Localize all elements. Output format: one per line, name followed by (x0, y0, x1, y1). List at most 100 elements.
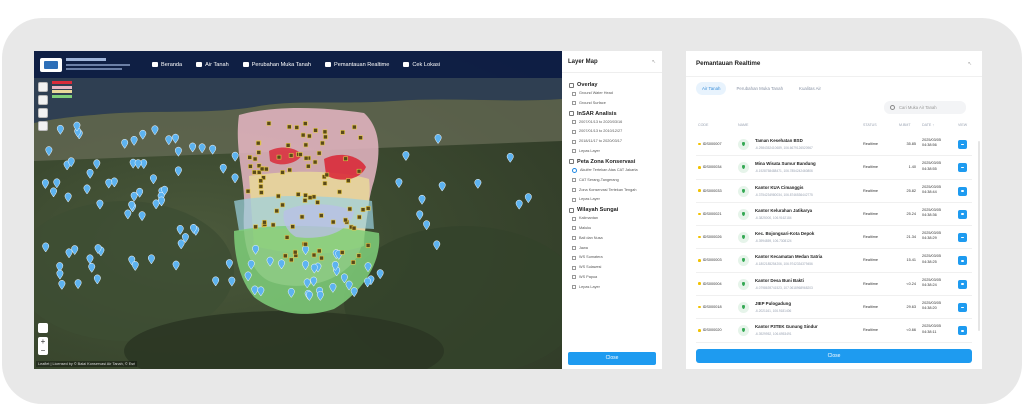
well-marker-icon[interactable] (212, 276, 220, 287)
well-marker-icon[interactable] (176, 225, 184, 235)
bore-well-icon[interactable] (287, 167, 293, 173)
measure-icon[interactable] (38, 108, 48, 118)
view-button[interactable] (958, 163, 967, 173)
well-marker-icon[interactable] (42, 242, 50, 253)
well-marker-icon[interactable] (165, 135, 173, 146)
layer-item[interactable]: Jawa (572, 246, 655, 251)
well-marker-icon[interactable] (524, 193, 532, 204)
bore-well-icon[interactable] (264, 166, 269, 172)
fullscreen-icon[interactable] (38, 323, 48, 333)
well-marker-icon[interactable] (158, 196, 165, 207)
table-row[interactable]: IDS000018 JIEP Pulogadung -6.2021161, 106.… (696, 296, 972, 320)
search-input[interactable]: Cari Muka Air Tanah (884, 101, 966, 114)
bore-well-icon[interactable] (365, 205, 371, 211)
bore-well-icon[interactable] (303, 121, 308, 126)
radio-selected[interactable] (572, 167, 577, 173)
well-marker-icon[interactable] (209, 144, 217, 155)
bore-well-icon[interactable] (248, 164, 253, 169)
bore-well-icon[interactable] (320, 140, 325, 146)
well-marker-icon[interactable] (131, 261, 139, 271)
layer-item[interactable]: Lepas Layer (572, 197, 655, 202)
nav-perubahan-muka-tanah[interactable]: Perubahan Muka Tanah (242, 62, 311, 68)
well-marker-icon[interactable] (71, 245, 79, 256)
well-marker-icon[interactable] (45, 146, 53, 157)
layer-item[interactable]: WS Papua (572, 275, 655, 280)
layer-item[interactable]: Maluku (572, 226, 655, 231)
bore-well-icon[interactable] (312, 159, 318, 165)
bore-well-icon[interactable] (352, 124, 357, 130)
well-marker-icon[interactable] (65, 248, 73, 259)
well-marker-icon[interactable] (219, 163, 227, 174)
layer-item[interactable]: Ground Surface (572, 101, 655, 106)
well-marker-icon[interactable] (83, 184, 91, 195)
section-insar[interactable]: InSAR Analisis (569, 111, 655, 117)
well-marker-icon[interactable] (376, 269, 384, 280)
checkbox[interactable] (572, 101, 576, 106)
well-marker-icon[interactable] (231, 173, 239, 184)
table-row[interactable]: IDS000021 Kantor Kelurahan Jatikarya -6.38… (696, 203, 972, 227)
layer-item[interactable]: 2018/11/17 to 2020/03/17 (572, 139, 655, 144)
scrollbar[interactable] (978, 141, 980, 331)
view-button[interactable] (958, 140, 967, 149)
bore-well-icon[interactable] (288, 153, 294, 158)
bore-well-icon[interactable] (315, 200, 320, 205)
bore-well-icon[interactable] (316, 248, 322, 254)
well-marker-icon[interactable] (134, 159, 142, 170)
well-marker-icon[interactable] (364, 277, 371, 288)
well-marker-icon[interactable] (302, 245, 310, 256)
well-marker-icon[interactable] (198, 143, 206, 154)
bore-well-icon[interactable] (343, 156, 348, 162)
layer-item[interactable]: WS Sumatera (572, 255, 655, 260)
well-marker-icon[interactable] (140, 159, 148, 170)
layer-item[interactable]: Lepas Layer (572, 149, 655, 154)
bore-well-icon[interactable] (280, 202, 285, 208)
layer-item[interactable]: Zona Konservasi Tertekan Tengah (572, 188, 655, 193)
table-row[interactable]: IDS000004 Kantor Desa Buni Bakti -6.079863… (696, 273, 972, 297)
well-marker-icon[interactable] (64, 192, 72, 203)
collapse-icon[interactable]: ↖ (652, 59, 656, 65)
realtime-close-button[interactable]: Close (696, 349, 972, 363)
bore-well-icon[interactable] (322, 129, 328, 135)
bore-well-icon[interactable] (247, 155, 252, 160)
well-marker-icon[interactable] (172, 133, 179, 144)
well-marker-icon[interactable] (124, 209, 132, 220)
layer-item[interactable]: 2007/01/13 to 2020/03/16 (572, 120, 655, 125)
bore-well-icon[interactable] (274, 208, 280, 214)
bore-well-icon[interactable] (290, 224, 295, 229)
bore-well-icon[interactable] (285, 143, 291, 148)
collapse-icon[interactable]: ↖ (968, 61, 972, 67)
well-marker-icon[interactable] (418, 194, 426, 205)
checkbox[interactable] (572, 178, 576, 183)
well-marker-icon[interactable] (251, 285, 259, 296)
table-row[interactable]: IDS000020 Kantor P3TEK Gunung Sindur -6.39… (696, 319, 972, 343)
well-marker-icon[interactable] (423, 220, 431, 231)
view-button[interactable] (958, 186, 967, 196)
bore-well-icon[interactable] (266, 121, 272, 126)
zoom-out-button[interactable]: − (38, 346, 48, 355)
well-marker-icon[interactable] (41, 179, 49, 189)
checkbox[interactable] (572, 149, 576, 154)
view-button[interactable] (958, 209, 967, 219)
tab-kualitas-air[interactable]: Kualitas Air (793, 82, 827, 95)
checkbox[interactable] (572, 285, 576, 290)
bore-well-icon[interactable] (303, 142, 309, 148)
bore-well-icon[interactable] (347, 206, 353, 212)
checkbox[interactable] (572, 275, 576, 280)
bore-well-icon[interactable] (319, 213, 324, 218)
well-marker-icon[interactable] (310, 276, 318, 287)
well-marker-icon[interactable] (257, 286, 265, 297)
layer-item-selected[interactable]: Akuifer Tertekan Atas CAT Jakarta (572, 167, 655, 173)
bore-well-icon[interactable] (252, 156, 258, 162)
bore-well-icon[interactable] (311, 252, 317, 258)
bore-well-icon[interactable] (346, 178, 351, 183)
well-marker-icon[interactable] (364, 262, 372, 273)
bore-well-icon[interactable] (303, 155, 309, 161)
nav-air-tanah[interactable]: Air Tanah (196, 62, 229, 68)
view-button[interactable] (958, 303, 967, 313)
table-row[interactable]: IDS000034 Mina Wisata Sumur Bandung -6.192… (696, 156, 972, 180)
bore-well-icon[interactable] (292, 249, 298, 255)
bore-well-icon[interactable] (303, 193, 308, 198)
well-marker-icon[interactable] (174, 166, 182, 177)
table-row[interactable]: IDS000003 Kantor Kecamatan Medan Satria -6… (696, 249, 972, 273)
bore-well-icon[interactable] (262, 219, 267, 225)
